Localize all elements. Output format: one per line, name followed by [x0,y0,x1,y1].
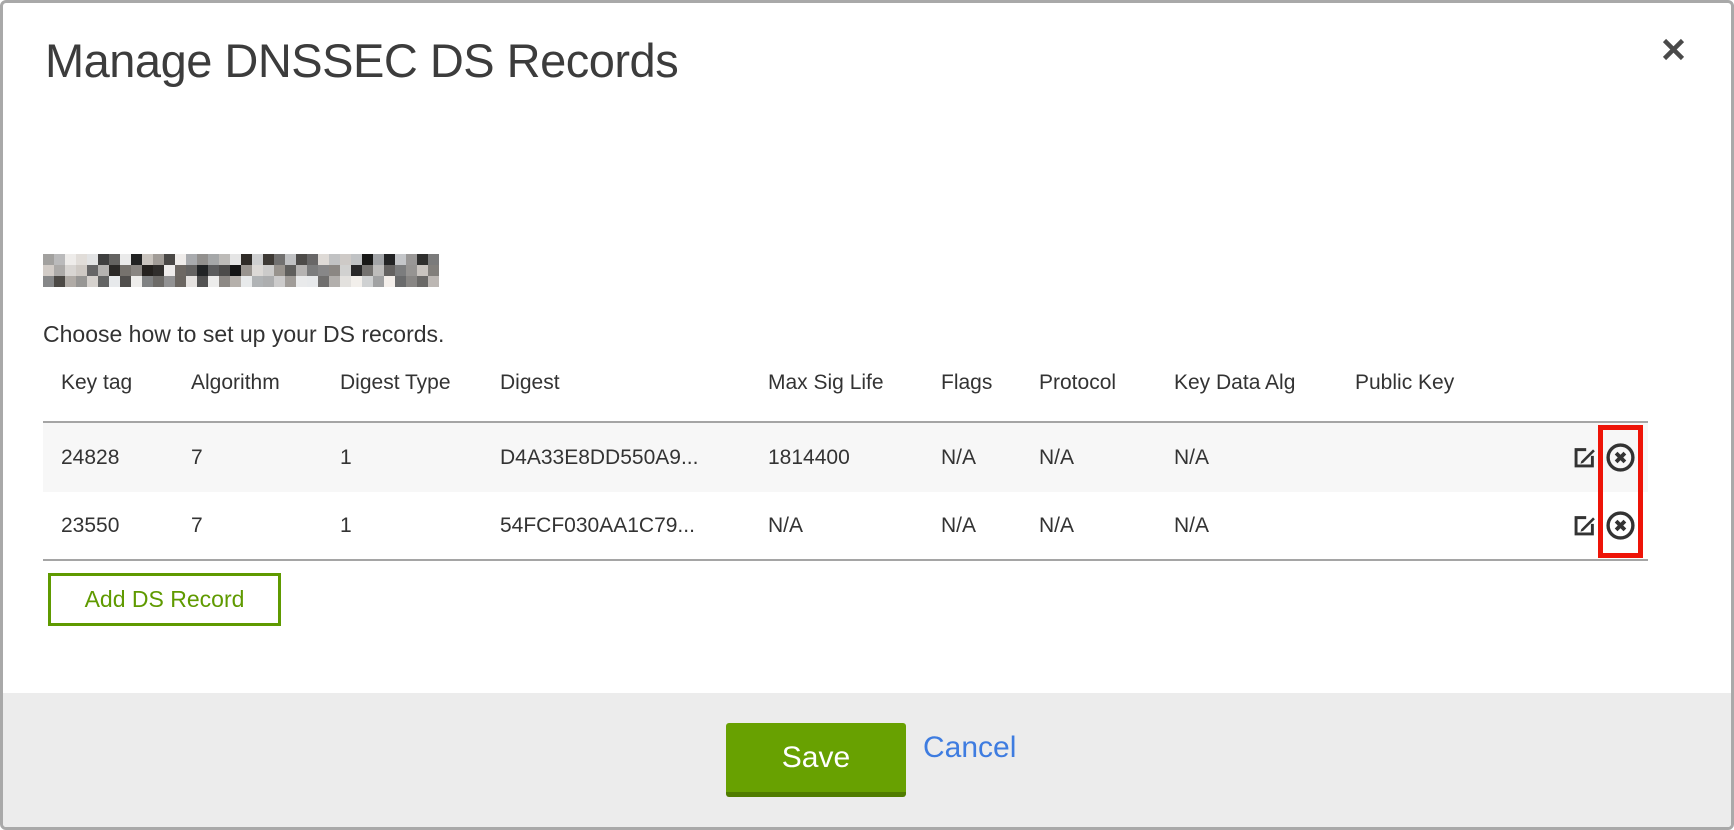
col-header-key-tag: Key tag [61,371,191,395]
redacted-domain-name [43,254,439,287]
cell-digest-type: 1 [340,514,500,538]
ds-records-table: Key tag Algorithm Digest Type Digest Max… [43,371,1648,561]
cell-algorithm: 7 [191,514,340,538]
col-header-algorithm: Algorithm [191,371,340,395]
edit-record-icon[interactable] [1571,512,1598,539]
row-actions [1528,442,1648,473]
cell-algorithm: 7 [191,446,340,470]
col-header-public-key: Public Key [1355,371,1528,395]
col-header-protocol: Protocol [1039,371,1174,395]
instruction-text: Choose how to set up your DS records. [43,321,444,348]
pencil-square-icon [1571,512,1598,539]
cell-digest-type: 1 [340,446,500,470]
cell-max-sig-life: 1814400 [768,446,941,470]
pencil-square-icon [1571,444,1598,471]
table-header-row: Key tag Algorithm Digest Type Digest Max… [43,371,1648,423]
row-actions [1528,510,1648,541]
table-row: 24828 7 1 D4A33E8DD550A9... 1814400 N/A … [43,423,1648,492]
cell-key-data-alg: N/A [1174,446,1355,470]
cell-max-sig-life: N/A [768,514,941,538]
delete-record-icon[interactable] [1605,510,1636,541]
cell-key-data-alg: N/A [1174,514,1355,538]
col-header-flags: Flags [941,371,1039,395]
close-icon[interactable] [1655,31,1691,67]
cell-protocol: N/A [1039,446,1174,470]
cell-digest: 54FCF030AA1C79... [500,514,768,538]
cell-flags: N/A [941,446,1039,470]
cell-digest: D4A33E8DD550A9... [500,446,768,470]
x-circle-icon [1605,510,1636,541]
col-header-digest: Digest [500,371,768,395]
close-x-glyph [1660,36,1687,63]
edit-record-icon[interactable] [1571,444,1598,471]
modal-footer: Save Cancel [3,693,1731,827]
page-title: Manage DNSSEC DS Records [45,33,678,88]
col-header-key-data-alg: Key Data Alg [1174,371,1355,395]
cell-key-tag: 24828 [61,446,191,470]
cell-protocol: N/A [1039,514,1174,538]
table-row: 23550 7 1 54FCF030AA1C79... N/A N/A N/A … [43,492,1648,561]
manage-dnssec-modal: Manage DNSSEC DS Records Choose how to s… [0,0,1734,830]
cell-key-tag: 23550 [61,514,191,538]
col-header-digest-type: Digest Type [340,371,500,395]
save-button[interactable]: Save [726,723,906,797]
delete-record-icon[interactable] [1605,442,1636,473]
col-header-max-sig-life: Max Sig Life [768,371,941,395]
cancel-link[interactable]: Cancel [923,731,1016,765]
add-ds-record-button[interactable]: Add DS Record [48,573,281,626]
x-circle-icon [1605,442,1636,473]
cell-flags: N/A [941,514,1039,538]
